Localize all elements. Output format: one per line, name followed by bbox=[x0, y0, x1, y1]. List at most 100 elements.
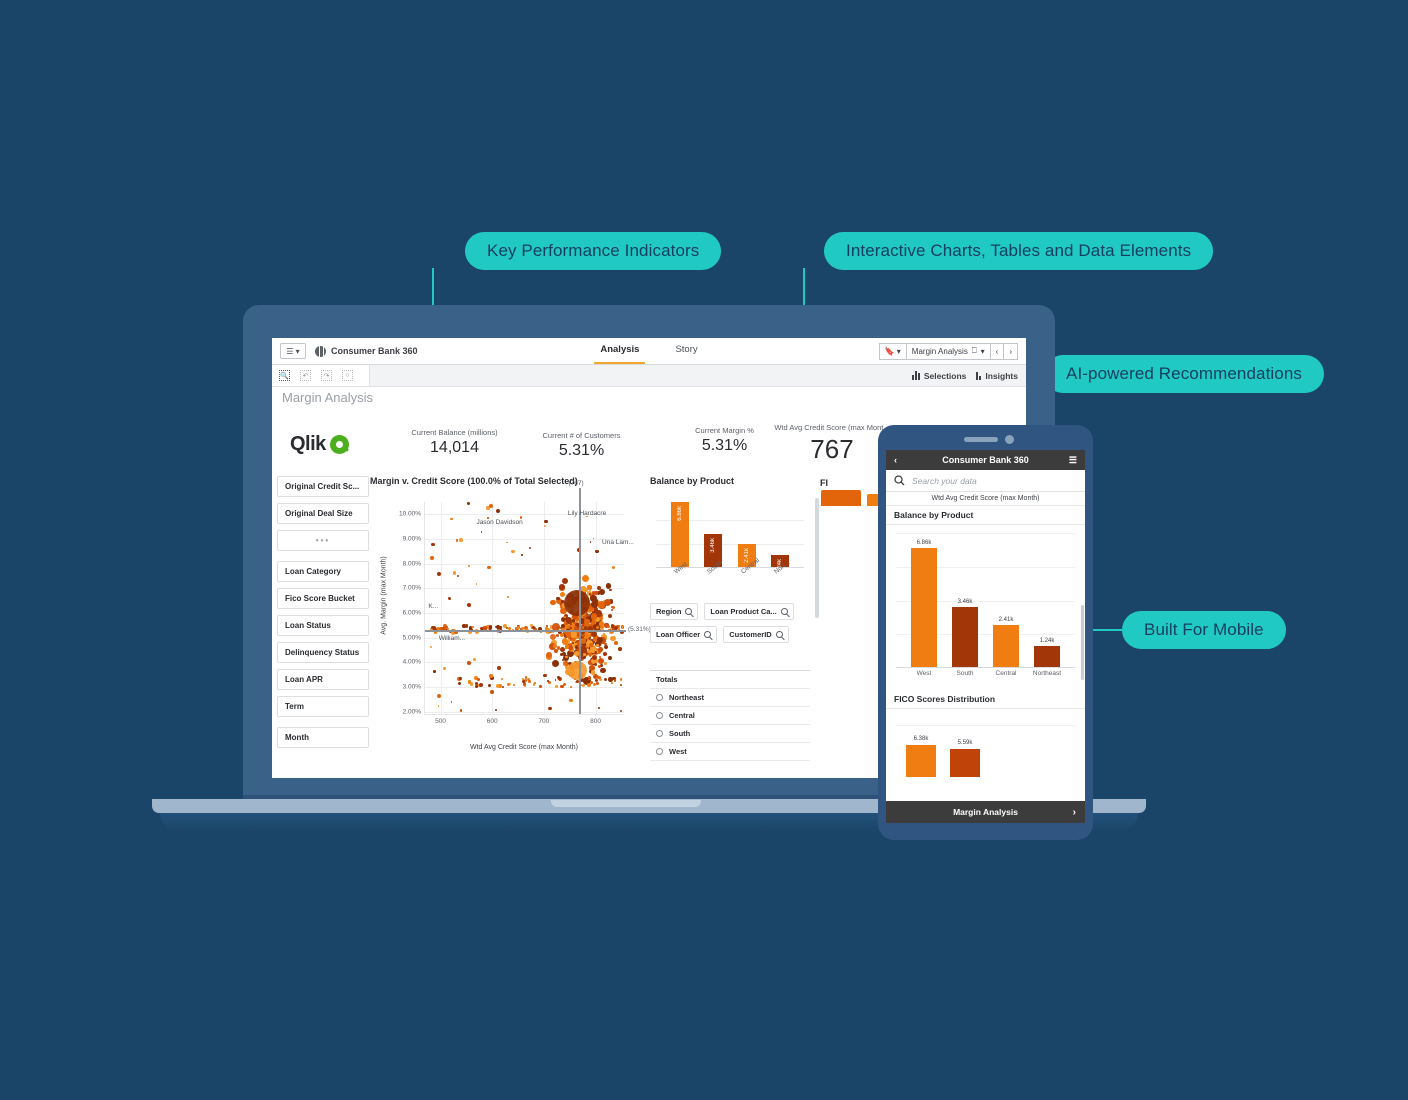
filter-loan-apr[interactable]: Loan APR bbox=[277, 669, 369, 690]
scatter-bubble[interactable] bbox=[549, 633, 556, 640]
scatter-point[interactable] bbox=[602, 651, 607, 656]
scatter-point[interactable] bbox=[607, 614, 612, 619]
scatter-point[interactable] bbox=[546, 652, 552, 659]
scatter-point[interactable] bbox=[528, 679, 532, 683]
scatter-point[interactable] bbox=[519, 516, 523, 519]
scatter-point[interactable] bbox=[590, 601, 598, 609]
scatter-point[interactable] bbox=[466, 602, 471, 607]
table-row[interactable]: Central bbox=[650, 707, 810, 725]
scatter-point[interactable] bbox=[496, 508, 500, 513]
scatter-point[interactable] bbox=[496, 665, 502, 670]
scatter-point[interactable] bbox=[506, 682, 511, 687]
search-field-customerid[interactable]: CustomerID bbox=[723, 626, 789, 643]
scatter-point[interactable] bbox=[511, 549, 515, 554]
scatter-point[interactable] bbox=[611, 682, 614, 684]
scatter-point[interactable] bbox=[590, 613, 598, 620]
scatter-point[interactable] bbox=[554, 679, 557, 681]
balance-by-product-chart[interactable]: Balance by Product 6.86k West 3.46k South 2.… bbox=[650, 476, 810, 591]
scatter-point[interactable] bbox=[610, 624, 614, 628]
scatter-point[interactable] bbox=[467, 501, 471, 505]
scatter-point[interactable] bbox=[533, 682, 536, 685]
scatter-point[interactable] bbox=[488, 625, 493, 629]
filter-original-deal-size[interactable]: Original Deal Size bbox=[277, 503, 369, 524]
scatter-point[interactable] bbox=[608, 656, 613, 660]
scatter-point[interactable] bbox=[452, 571, 457, 576]
bar[interactable] bbox=[906, 744, 936, 777]
scatter-point[interactable] bbox=[543, 524, 547, 528]
mobile-back-button[interactable]: ‹ bbox=[894, 455, 897, 465]
scatter-point[interactable] bbox=[459, 676, 463, 680]
scatter-point[interactable] bbox=[595, 625, 599, 630]
scatter-point[interactable] bbox=[599, 667, 606, 674]
scatter-point[interactable] bbox=[459, 538, 464, 543]
scatter-point[interactable] bbox=[553, 644, 557, 648]
scatter-point[interactable] bbox=[489, 674, 493, 678]
scatter-point[interactable] bbox=[611, 609, 613, 611]
scatter-point[interactable] bbox=[475, 583, 478, 585]
scatter-point[interactable] bbox=[521, 554, 523, 556]
scatter-point[interactable] bbox=[584, 618, 590, 625]
scatter-point[interactable] bbox=[621, 626, 624, 628]
scatter-point[interactable] bbox=[495, 708, 497, 711]
redo-icon[interactable]: ↷ bbox=[321, 370, 332, 381]
scatter-point[interactable] bbox=[475, 682, 478, 685]
bar[interactable] bbox=[993, 625, 1019, 667]
table-row[interactable]: South bbox=[650, 725, 810, 743]
scatter-point[interactable] bbox=[569, 699, 573, 703]
scatter-point[interactable] bbox=[500, 678, 503, 681]
scatter-point[interactable] bbox=[595, 681, 599, 686]
scatter-point[interactable] bbox=[556, 675, 560, 679]
filter-delinquency-status[interactable]: Delinquency Status bbox=[277, 642, 369, 663]
scatter-point[interactable] bbox=[429, 646, 433, 649]
scatter-point[interactable] bbox=[474, 675, 479, 680]
filter-month[interactable]: Month bbox=[277, 727, 369, 748]
scatter-point[interactable] bbox=[443, 667, 447, 670]
mobile-balance-plot-area[interactable]: 6.86k West 3.46k South 2.41k Central 1.24k Nort… bbox=[896, 533, 1075, 677]
scatter-point[interactable] bbox=[583, 653, 586, 656]
filter-more-button[interactable]: ••• bbox=[277, 530, 369, 551]
scatter-point[interactable] bbox=[487, 683, 492, 687]
scatter-point[interactable] bbox=[554, 684, 559, 689]
scatter-point[interactable] bbox=[561, 658, 564, 661]
table-row[interactable]: West bbox=[650, 743, 810, 761]
scatter-point[interactable] bbox=[506, 541, 508, 544]
scatter-point[interactable] bbox=[570, 685, 573, 688]
scatter-point[interactable] bbox=[590, 648, 595, 654]
scatter-point[interactable] bbox=[563, 615, 566, 619]
filter-loan-status[interactable]: Loan Status bbox=[277, 615, 369, 636]
selections-button[interactable]: Selections bbox=[911, 371, 966, 381]
scatter-point[interactable] bbox=[487, 565, 491, 570]
scatter-point[interactable] bbox=[507, 595, 510, 598]
scatter-point[interactable] bbox=[437, 704, 440, 707]
scatter-point[interactable] bbox=[559, 584, 565, 590]
mobile-balance-chart[interactable]: 6.86k West 3.46k South 2.41k Central 1.24k Nort… bbox=[886, 525, 1085, 690]
scatter-point[interactable] bbox=[456, 574, 460, 577]
scatter-point[interactable] bbox=[597, 675, 601, 680]
balance-by-product-plot-area[interactable]: 6.86k West 3.46k South 2.41k Central 1.24k Nort… bbox=[656, 496, 804, 576]
scatter-point[interactable] bbox=[464, 623, 469, 628]
scatter-plot-area[interactable]: 2.00% 3.00% 4.00% 5.00% 6.00% 7.00% 8.00% 9.00%… bbox=[399, 480, 651, 725]
scatter-point[interactable] bbox=[472, 657, 476, 661]
scatter-point[interactable] bbox=[598, 706, 600, 709]
bar[interactable] bbox=[1034, 645, 1060, 667]
search-field-region[interactable]: Region bbox=[650, 603, 699, 620]
scatter-point[interactable] bbox=[604, 678, 608, 682]
scatter-point[interactable] bbox=[611, 606, 613, 608]
scatter-point[interactable] bbox=[587, 682, 592, 687]
scatter-point[interactable] bbox=[597, 586, 602, 590]
scatter-point[interactable] bbox=[614, 640, 619, 645]
scatter-point[interactable] bbox=[455, 539, 459, 542]
mobile-hamburger-icon[interactable]: ☰ bbox=[1069, 455, 1077, 466]
scatter-point[interactable] bbox=[598, 589, 605, 596]
scatter-point[interactable] bbox=[458, 682, 462, 686]
tab-analysis[interactable]: Analysis bbox=[594, 344, 646, 364]
scatter-point[interactable] bbox=[619, 678, 623, 681]
scatter-point[interactable] bbox=[565, 656, 568, 659]
scatter-point[interactable] bbox=[617, 646, 622, 651]
scatter-point[interactable] bbox=[595, 549, 599, 554]
bar[interactable] bbox=[911, 548, 937, 667]
scatter-point[interactable] bbox=[431, 542, 435, 547]
content-scrollbar[interactable] bbox=[815, 498, 819, 618]
scatter-chart[interactable]: Margin v. Credit Score (100.0% of Total … bbox=[370, 476, 651, 776]
bar[interactable] bbox=[952, 607, 978, 667]
